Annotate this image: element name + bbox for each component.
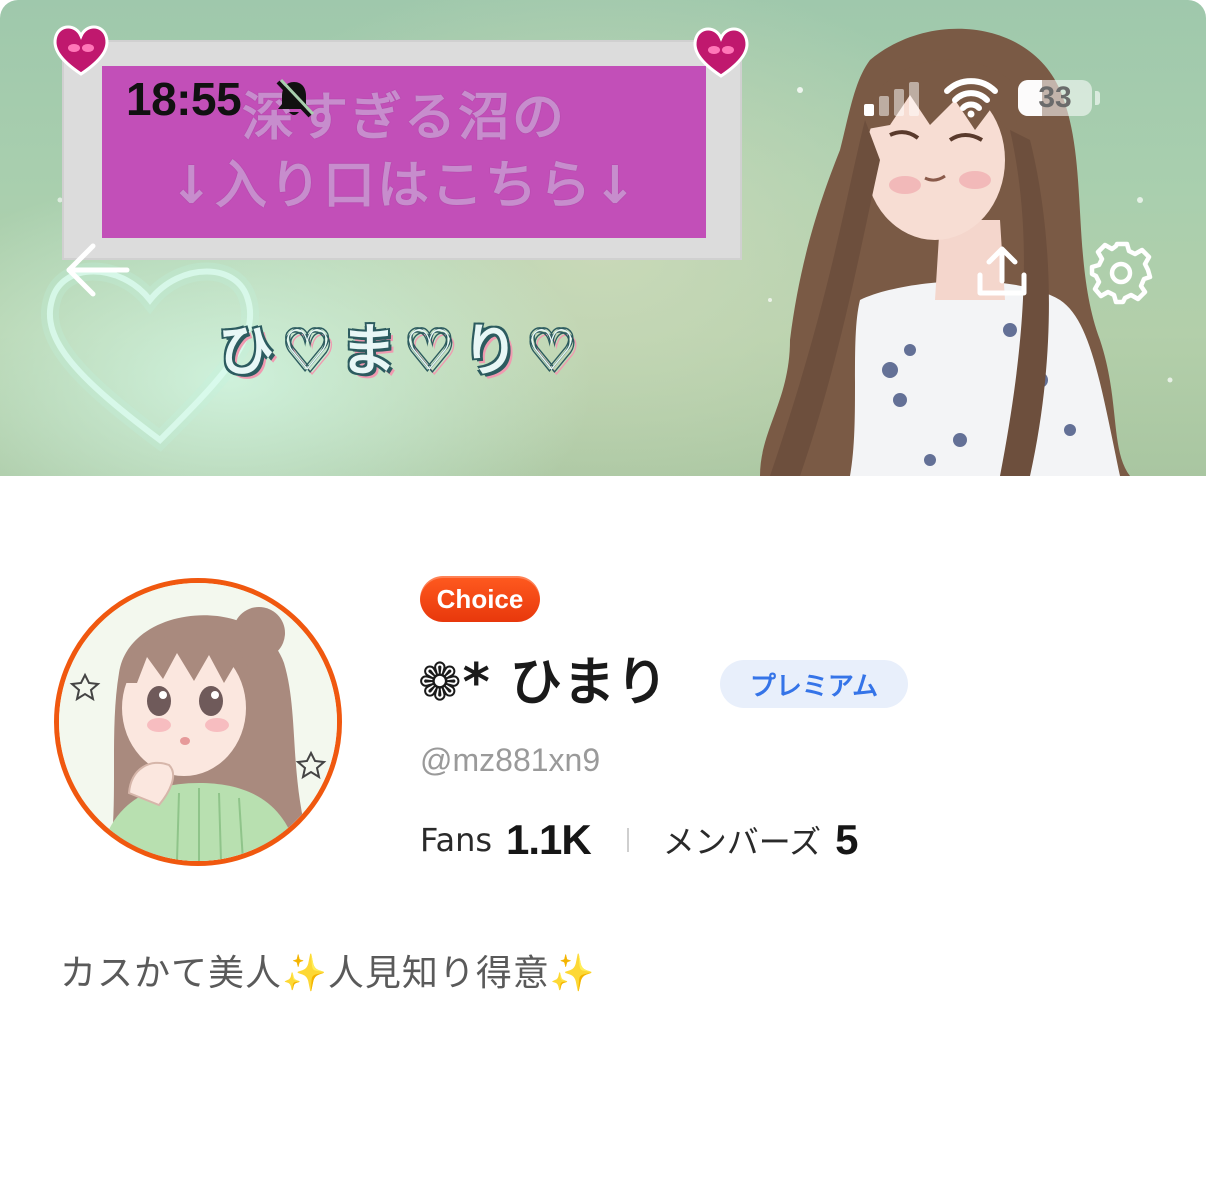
choice-badge: Choice <box>420 576 540 622</box>
avatar-illustration <box>59 583 337 861</box>
cover-sign-line-2: ↓入り口はこちら↓ <box>169 156 639 216</box>
back-arrow-icon <box>66 243 130 297</box>
user-handle: @mz881xn9 <box>420 742 601 778</box>
cover-banner: 深すぎる沼の ↓入り口はこちら↓ ひ♡ま♡り♡ 18:55 33 <box>0 0 1206 476</box>
premium-badge[interactable]: プレミアム <box>720 660 908 708</box>
bell-off-icon <box>276 78 315 118</box>
battery-icon: 33 <box>1018 80 1092 116</box>
settings-button[interactable] <box>1086 236 1158 308</box>
members-count[interactable]: 5 <box>835 816 858 864</box>
heart-sticker-left-icon <box>53 25 109 76</box>
profile-bio: カスかて美人✨人見知り得意✨ <box>60 953 596 994</box>
share-upload-icon <box>977 246 1027 296</box>
profile-stats: Fans 1.1K メンバーズ 5 <box>420 812 859 868</box>
cover-name-art: ひ♡ま♡り♡ <box>218 319 585 384</box>
share-button[interactable] <box>966 238 1038 304</box>
cellular-signal-icon <box>864 82 919 116</box>
back-button[interactable] <box>58 238 134 302</box>
wifi-icon <box>944 78 998 118</box>
fans-count[interactable]: 1.1K <box>506 816 592 864</box>
gear-icon <box>1089 241 1153 305</box>
heart-sticker-right-icon <box>693 27 749 78</box>
fans-label[interactable]: Fans <box>420 821 492 859</box>
display-name: ❁* ひまり <box>418 653 669 713</box>
battery-nub <box>1095 91 1100 105</box>
stats-divider <box>626 828 629 852</box>
status-time: 18:55 <box>126 73 242 125</box>
avatar[interactable] <box>54 578 342 866</box>
battery-percent: 33 <box>1038 81 1072 114</box>
members-label[interactable]: メンバーズ <box>663 817 821 863</box>
